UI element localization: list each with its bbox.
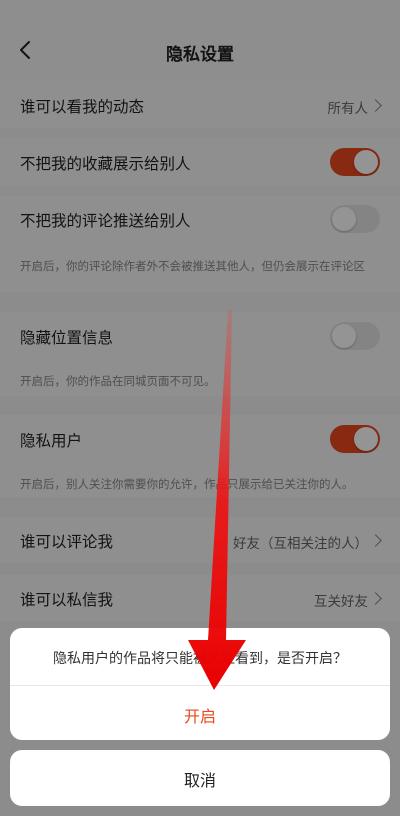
red-arrow-annotation-icon — [188, 310, 246, 690]
